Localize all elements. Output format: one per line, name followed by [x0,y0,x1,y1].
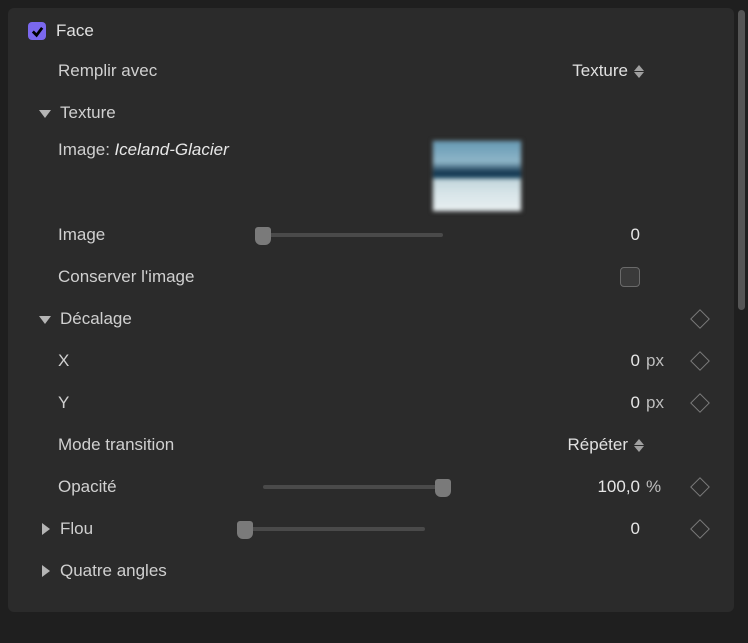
offset-y-value[interactable]: 0 [463,393,646,413]
slider-thumb[interactable] [435,479,451,497]
mode-transition-select[interactable]: Répéter [568,435,646,455]
offset-x-row: X 0 px [8,340,734,382]
fill-with-value: Texture [572,61,628,81]
texture-section-label: Texture [60,103,116,123]
mode-transition-row: Mode transition Répéter [8,424,734,466]
face-title: Face [56,21,94,41]
updown-icon [634,63,646,79]
chevron-right-icon [38,522,52,536]
blur-label: Flou [60,519,245,539]
inspector-panel: Face Remplir avec Texture Texture Image:… [8,8,734,612]
offset-y-row: Y 0 px [8,382,734,424]
opacity-slider[interactable] [263,485,443,489]
keyframe-icon[interactable] [690,309,710,329]
updown-icon [634,437,646,453]
fill-with-select[interactable]: Texture [572,61,646,81]
mode-transition-label: Mode transition [58,435,408,455]
slider-thumb[interactable] [255,227,271,245]
opacity-row: Opacité 100,0 % [8,466,734,508]
preserve-image-label: Conserver l'image [58,267,463,287]
slider-thumb[interactable] [237,521,253,539]
chevron-down-icon [38,312,52,326]
offset-x-unit: px [646,351,682,371]
offset-y-label: Y [58,393,263,413]
opacity-value[interactable]: 100,0 [463,477,646,497]
four-corners-label: Quatre angles [60,561,167,581]
mode-transition-value: Répéter [568,435,628,455]
keyframe-icon[interactable] [690,351,710,371]
texture-thumbnail[interactable] [432,140,522,212]
image-slider-label: Image [58,225,263,245]
offset-x-value[interactable]: 0 [463,351,646,371]
image-slider[interactable] [263,233,443,237]
keyframe-icon[interactable] [690,519,710,539]
preserve-image-checkbox[interactable] [620,267,640,287]
chevron-down-icon [38,106,52,120]
offset-section-label: Décalage [60,309,682,329]
four-corners-section-header[interactable]: Quatre angles [8,550,734,592]
texture-section-header[interactable]: Texture [8,92,734,134]
chevron-right-icon [38,564,52,578]
opacity-label: Opacité [58,477,263,497]
fill-with-label: Remplir avec [58,61,458,81]
image-slider-row: Image 0 [8,214,734,256]
blur-section-header[interactable]: Flou 0 [8,508,734,550]
texture-image-label: Image: [58,140,110,160]
offset-y-unit: px [646,393,682,413]
image-slider-value[interactable]: 0 [463,225,646,245]
blur-value[interactable]: 0 [445,519,646,539]
scrollbar[interactable] [738,10,745,310]
offset-section-header[interactable]: Décalage [8,298,734,340]
face-section-header: Face [8,12,734,50]
keyframe-icon[interactable] [690,477,710,497]
preserve-image-row: Conserver l'image [8,256,734,298]
opacity-unit: % [646,477,682,497]
texture-image-name: Iceland-Glacier [114,140,228,160]
keyframe-icon[interactable] [690,393,710,413]
offset-x-label: X [58,351,263,371]
fill-with-row: Remplir avec Texture [8,50,734,92]
face-checkbox[interactable] [28,22,46,40]
blur-slider[interactable] [245,527,425,531]
texture-image-row: Image: Iceland-Glacier [8,134,734,214]
